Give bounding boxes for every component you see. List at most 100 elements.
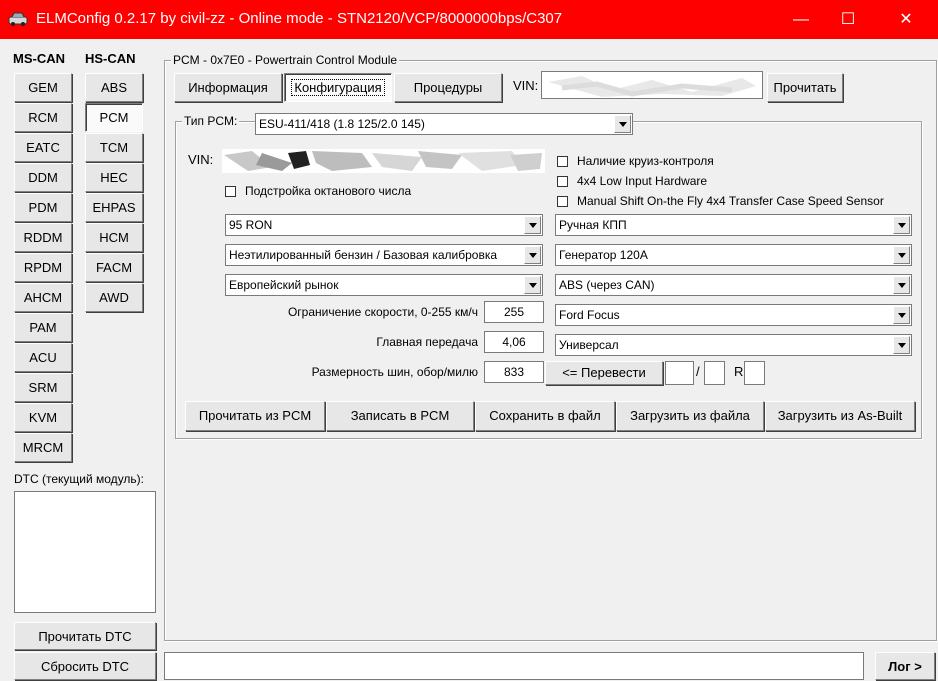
body-value: Универсал [559, 338, 619, 352]
chevron-down-icon[interactable] [893, 276, 910, 294]
chevron-down-icon[interactable] [893, 216, 910, 234]
checkbox-box[interactable] [557, 176, 568, 187]
minimize-button[interactable]: — [778, 0, 824, 39]
save-to-file-button[interactable]: Сохранить в файл [475, 401, 615, 431]
log-button[interactable]: Лог > [875, 652, 935, 680]
pcm-type-value: ESU-411/418 (1.8 125/2.0 145) [259, 117, 425, 131]
body-select[interactable]: Универсал [555, 334, 912, 356]
final-drive-label: Главная передача [376, 335, 478, 349]
chevron-down-icon[interactable] [524, 216, 541, 234]
load-from-file-button[interactable]: Загрузить из файла [616, 401, 764, 431]
dtc-list[interactable] [14, 491, 156, 613]
maximize-button[interactable]: ☐ [825, 0, 871, 39]
vehicle-value: Ford Focus [559, 308, 620, 322]
status-field[interactable] [164, 652, 864, 680]
module-button-pdm[interactable]: PDM [14, 193, 72, 222]
vin-field-masked[interactable] [541, 71, 763, 99]
main-window: MS-CAN HS-CAN GEM RCM EATC DDM PDM RDDM … [1, 39, 937, 680]
octane-checkbox-label: Подстройка октанового числа [245, 184, 412, 198]
market-select[interactable]: Европейский рынок [225, 274, 543, 296]
write-to-pcm-button[interactable]: Записать в PCM [326, 401, 474, 431]
vehicle-select[interactable]: Ford Focus [555, 304, 912, 326]
ms-can-header: MS-CAN [13, 51, 65, 66]
chevron-down-icon[interactable] [893, 306, 910, 324]
dtc-label: DTC (текущий модуль): [14, 472, 145, 486]
read-dtc-button[interactable]: Прочитать DTC [14, 622, 156, 650]
tire-width-input[interactable] [665, 361, 694, 385]
module-button-eatc[interactable]: EATC [14, 133, 72, 162]
module-button-hec[interactable]: HEC [85, 163, 143, 192]
module-button-rddm[interactable]: RDDM [14, 223, 72, 252]
chevron-down-icon[interactable] [524, 276, 541, 294]
cruise-checkbox-label: Наличие круиз-контроля [577, 154, 714, 168]
module-button-kvm[interactable]: KVM [14, 403, 72, 432]
transmission-value: Ручная КПП [559, 218, 627, 232]
module-button-tcm[interactable]: TCM [85, 133, 143, 162]
module-button-ehpas[interactable]: EHPAS [85, 193, 143, 222]
pcm-type-select[interactable]: ESU-411/418 (1.8 125/2.0 145) [255, 113, 633, 135]
module-button-mrcm[interactable]: MRCM [14, 433, 72, 462]
reset-dtc-button[interactable]: Сбросить DTC [14, 652, 156, 680]
generator-value: Генератор 120A [559, 248, 648, 262]
load-from-asbuilt-button[interactable]: Загрузить из As-Built [765, 401, 915, 431]
read-from-pcm-button[interactable]: Прочитать из PCM [185, 401, 325, 431]
module-button-ahcm[interactable]: AHCM [14, 283, 72, 312]
chevron-down-icon[interactable] [893, 246, 910, 264]
chevron-down-icon[interactable] [893, 336, 910, 354]
module-button-pam[interactable]: PAM [14, 313, 72, 342]
tire-slash-label: / [696, 364, 700, 379]
car-icon [8, 12, 28, 26]
tab-config-label: Конфигурация [291, 79, 385, 96]
tire-size-label: Размерность шин, обор/милю [311, 365, 478, 379]
module-button-facm[interactable]: FACM [85, 253, 143, 282]
speed-limit-label: Ограничение скорости, 0-255 км/ч [287, 305, 478, 319]
module-button-pcm[interactable]: PCM [85, 103, 143, 132]
vin-label-header: VIN: [513, 78, 539, 93]
transmission-select[interactable]: Ручная КПП [555, 214, 912, 236]
checkbox-box[interactable] [225, 186, 236, 197]
tire-r-label: R [734, 364, 744, 379]
chevron-down-icon[interactable] [614, 115, 631, 133]
module-button-ddm[interactable]: DDM [14, 163, 72, 192]
abs-value: ABS (через CAN) [559, 278, 655, 292]
generator-select[interactable]: Генератор 120A [555, 244, 912, 266]
hs-can-header: HS-CAN [85, 51, 136, 66]
module-panel-title: PCM - 0x7E0 - Powertrain Control Module [171, 53, 400, 67]
module-button-rpdm[interactable]: RPDM [14, 253, 72, 282]
pcm-type-label: Тип PCM: [182, 114, 240, 128]
market-value: Европейский рынок [229, 278, 339, 292]
tire-profile-input[interactable] [704, 361, 725, 385]
convert-button[interactable]: <= Перевести [545, 361, 663, 385]
tire-size-input[interactable]: 833 [484, 361, 544, 383]
config-vin-label: VIN: [188, 152, 214, 167]
module-button-hcm[interactable]: HCM [85, 223, 143, 252]
module-button-gem[interactable]: GEM [14, 73, 72, 102]
module-button-awd[interactable]: AWD [85, 283, 143, 312]
checkbox-box[interactable] [557, 196, 568, 207]
manual-shift-checkbox-label: Manual Shift On-the Fly 4x4 Transfer Cas… [577, 194, 884, 208]
checkbox-box[interactable] [557, 156, 568, 167]
redaction-mask-icon [224, 151, 542, 171]
final-drive-input[interactable]: 4,06 [484, 331, 544, 353]
octane-select[interactable]: 95 RON [225, 214, 543, 236]
tab-procedures[interactable]: Процедуры [394, 73, 502, 102]
config-vin-masked[interactable] [222, 149, 545, 173]
fuel-select[interactable]: Неэтилированный бензин / Базовая калибро… [225, 244, 543, 266]
window-title: ELMConfig 0.2.17 by civil-zz - Online mo… [36, 10, 563, 27]
abs-select[interactable]: ABS (через CAN) [555, 274, 912, 296]
fuel-value: Неэтилированный бензин / Базовая калибро… [229, 248, 498, 262]
low-input-checkbox-label: 4x4 Low Input Hardware [577, 174, 708, 188]
module-button-srm[interactable]: SRM [14, 373, 72, 402]
tire-rim-input[interactable] [744, 361, 765, 385]
redaction-mask-icon [548, 76, 756, 97]
read-vin-button[interactable]: Прочитать [767, 73, 843, 102]
tab-config[interactable]: Конфигурация [284, 73, 392, 102]
module-button-acu[interactable]: ACU [14, 343, 72, 372]
tab-info[interactable]: Информация [174, 73, 282, 102]
chevron-down-icon[interactable] [524, 246, 541, 264]
module-button-rcm[interactable]: RCM [14, 103, 72, 132]
octane-value: 95 RON [229, 218, 273, 232]
module-button-abs[interactable]: ABS [85, 73, 143, 102]
speed-limit-input[interactable]: 255 [484, 301, 544, 323]
close-button[interactable]: ✕ [883, 0, 929, 39]
